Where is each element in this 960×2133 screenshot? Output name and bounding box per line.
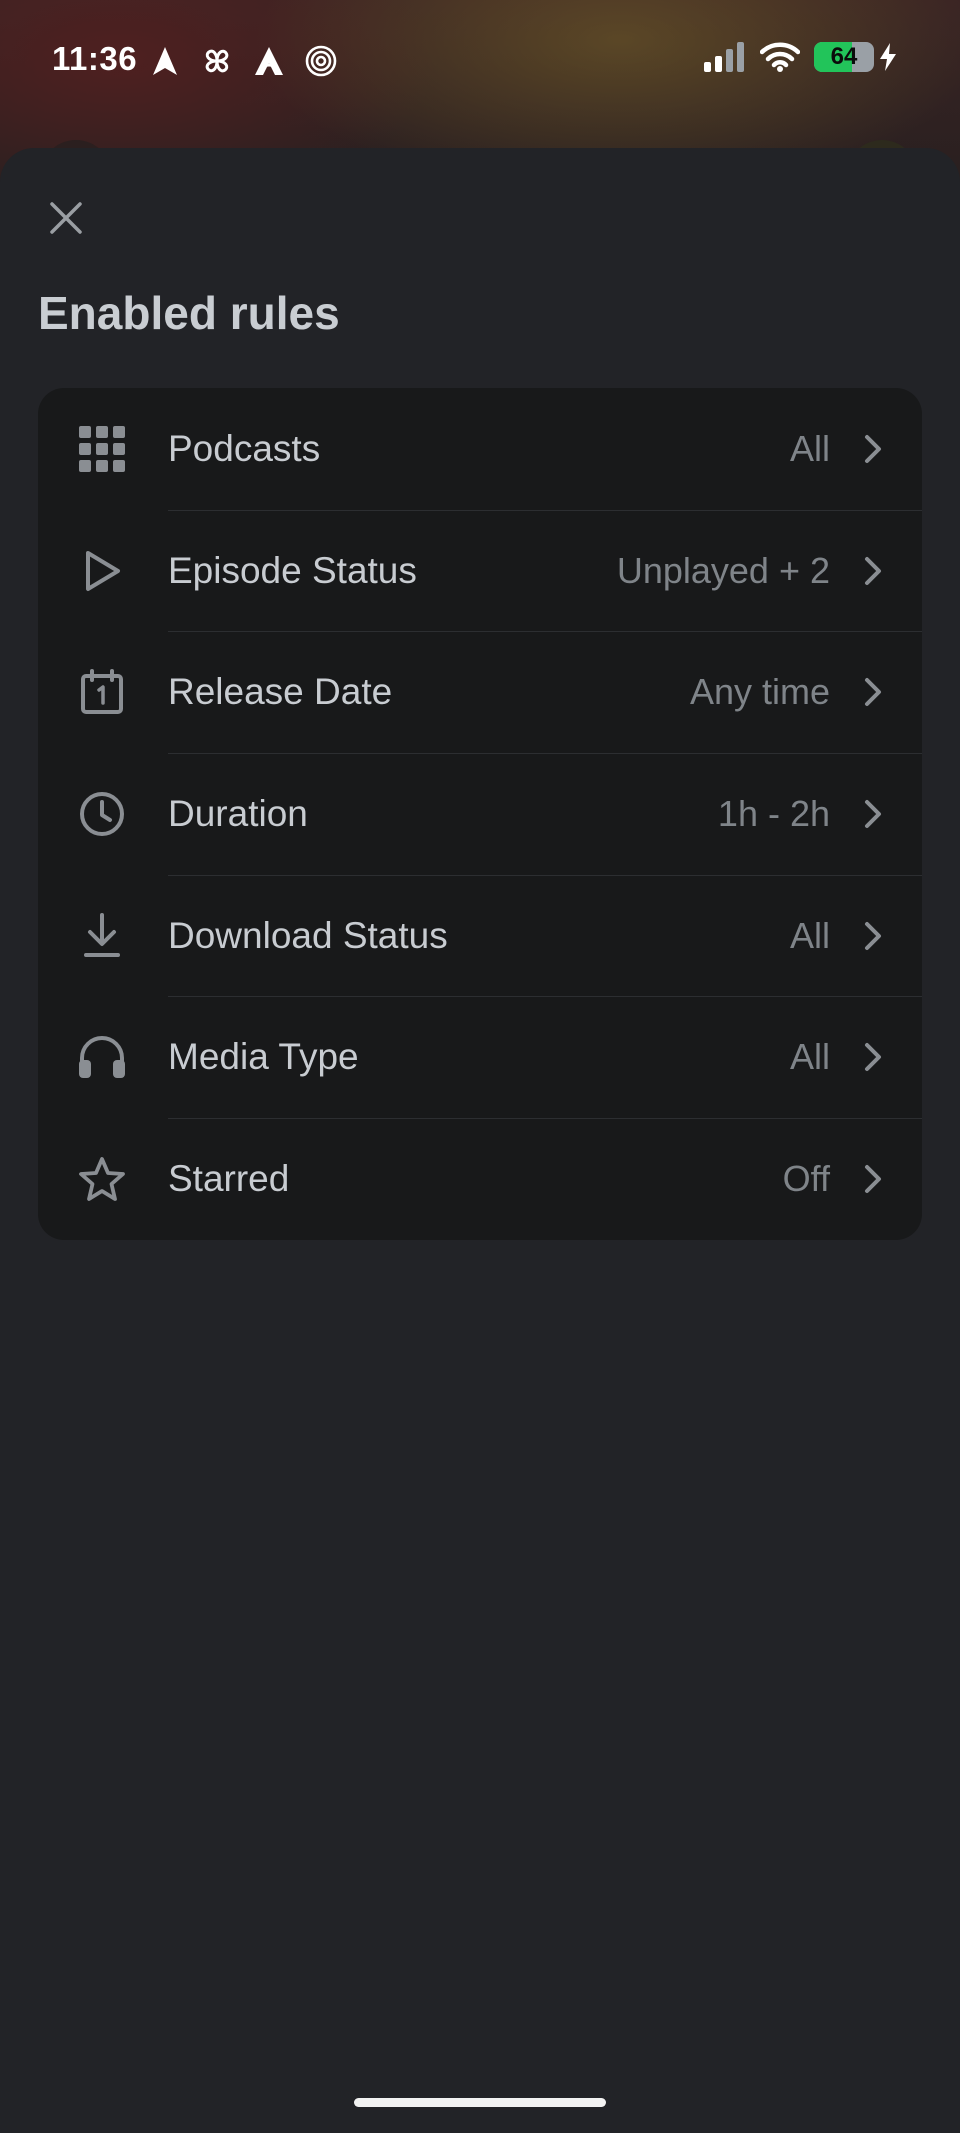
headphones-icon <box>74 1029 130 1085</box>
cellular-signal-icon <box>704 42 746 72</box>
spiral-icon <box>304 44 338 78</box>
rule-value: Any time <box>689 671 830 713</box>
rule-row-episode-status[interactable]: Episode Status Unplayed + 2 <box>38 509 922 632</box>
rule-value: All <box>789 914 830 956</box>
close-icon <box>48 200 84 236</box>
chevron-right-icon <box>858 916 888 956</box>
play-icon <box>74 543 130 599</box>
rule-row-media-type[interactable]: Media Type All <box>38 996 922 1118</box>
rule-row-download-status[interactable]: Download Status All <box>38 874 922 997</box>
chevron-right-icon <box>858 672 888 712</box>
rule-row-starred[interactable]: Starred Off <box>38 1118 922 1240</box>
grid-icon <box>74 421 130 477</box>
arc-triangle-icon <box>252 44 286 78</box>
chevron-right-icon <box>858 551 888 591</box>
rule-row-podcasts[interactable]: Podcasts All <box>38 388 922 510</box>
rule-row-release-date[interactable]: Release Date Any time <box>38 631 922 753</box>
navigation-arrow-icon <box>148 44 182 78</box>
rule-label: Release Date <box>168 671 393 713</box>
rule-label: Media Type <box>168 1036 359 1078</box>
status-bar: 11:36 64 <box>0 0 960 120</box>
rule-value: Off <box>782 1157 830 1199</box>
home-indicator[interactable] <box>354 2098 606 2107</box>
rule-label: Duration <box>168 792 308 834</box>
rule-label: Download Status <box>168 914 448 956</box>
chevron-right-icon <box>858 794 888 834</box>
rules-list: Podcasts All Episode Status Unplayed + 2 <box>38 388 922 1240</box>
rule-label: Episode Status <box>168 549 417 591</box>
rule-label: Starred <box>168 1157 290 1199</box>
star-icon <box>74 1151 130 1207</box>
chevron-right-icon <box>858 1037 888 1077</box>
rule-value: All <box>789 427 830 469</box>
download-icon <box>74 908 130 964</box>
pinwheel-icon <box>200 44 234 78</box>
chevron-right-icon <box>858 429 888 469</box>
close-button[interactable] <box>38 190 94 246</box>
rule-row-duration[interactable]: Duration 1h - 2h <box>38 753 922 875</box>
chevron-right-icon <box>858 1159 888 1199</box>
enabled-rules-sheet: Enabled rules Podcasts All Episode Statu… <box>0 148 960 2133</box>
status-time: 11:36 <box>52 40 138 77</box>
status-icons-left <box>148 44 338 78</box>
clock-icon <box>74 786 130 842</box>
battery-icon: 64 <box>814 42 874 72</box>
wifi-icon <box>760 42 800 72</box>
rule-value: All <box>789 1036 830 1078</box>
sheet-title: Enabled rules <box>38 287 340 339</box>
rule-label: Podcasts <box>168 427 321 469</box>
calendar-icon <box>74 664 130 720</box>
battery-level: 64 <box>830 43 858 70</box>
charging-bolt-icon <box>878 42 898 72</box>
status-icons-right: 64 <box>704 42 898 72</box>
rule-value: Unplayed + 2 <box>616 549 830 591</box>
rule-value: 1h - 2h <box>717 792 830 834</box>
